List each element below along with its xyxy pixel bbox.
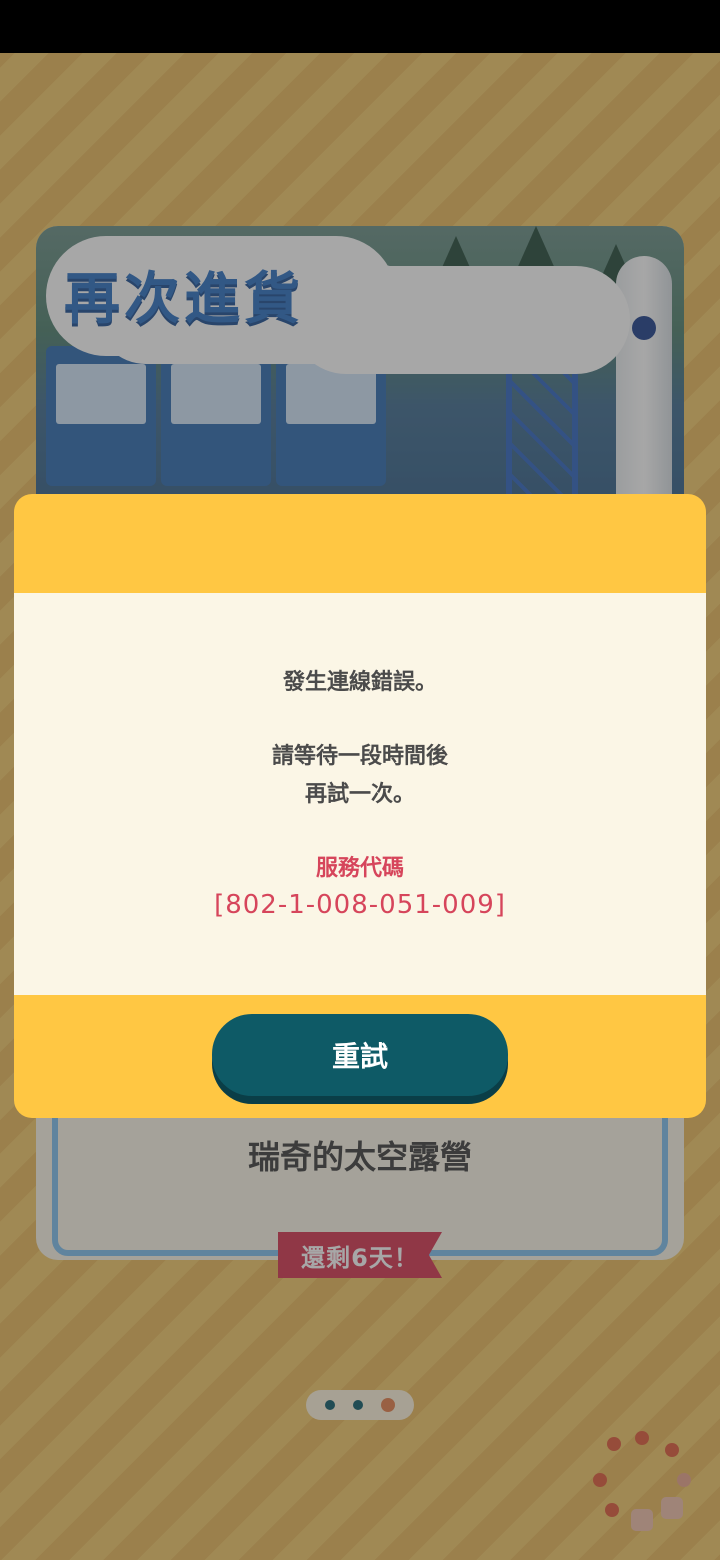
error-dialog: 發生連線錯誤。 請等待一段時間後 再試一次。 服務代碼 [802-1-008-0… [14, 494, 706, 1118]
retry-button[interactable]: 重試 [212, 1014, 508, 1096]
app-screen: 再次進貨 瑞奇的太空露營 還剩6天！ 發生連線錯誤。 請等待一段時間後 再試一次… [0, 0, 720, 1560]
service-code-value: [802-1-008-051-009] [214, 890, 506, 920]
error-message-line: 發生連線錯誤。 [282, 670, 437, 695]
error-message-line: 再試一次。 [304, 782, 415, 807]
service-code-label: 服務代碼 [315, 856, 404, 881]
dialog-body: 發生連線錯誤。 請等待一段時間後 再試一次。 服務代碼 [802-1-008-0… [14, 593, 706, 995]
status-bar [0, 0, 720, 53]
error-message-line: 請等待一段時間後 [271, 744, 448, 769]
